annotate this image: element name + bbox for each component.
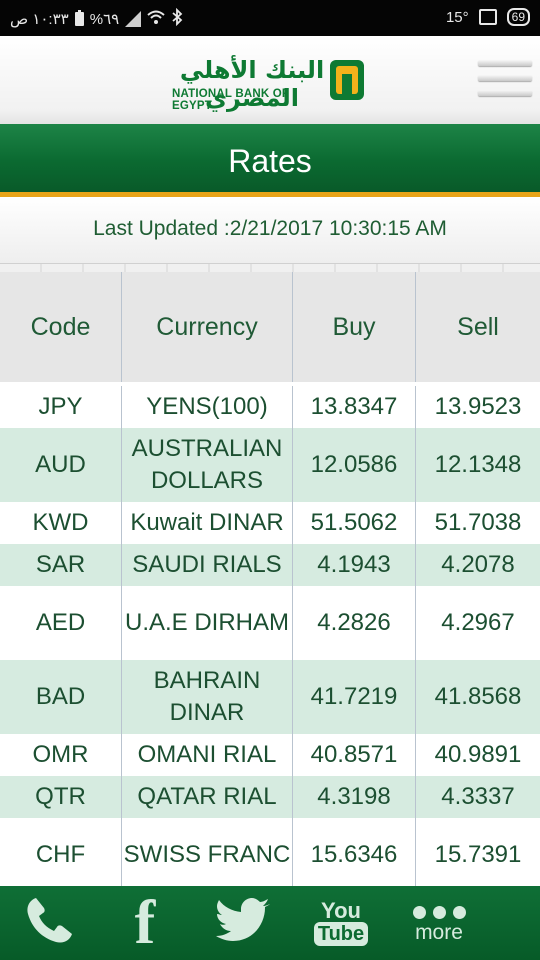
youtube-button[interactable]: You Tube xyxy=(306,886,376,960)
bank-logo[interactable]: البنك الأهلي المصري NATIONAL BANK OF EGY… xyxy=(172,54,372,112)
column-header-buy: Buy xyxy=(293,272,416,382)
table-row: BAD BAHRAIN DINAR 41.7219 41.8568 xyxy=(0,660,540,734)
sell-cell: 40.9891 xyxy=(434,741,522,768)
column-header-sell: Sell xyxy=(457,313,499,341)
code-cell: AUD xyxy=(0,428,122,502)
youtube-icon: You Tube xyxy=(313,898,369,946)
code-cell: BAD xyxy=(0,660,122,734)
code-cell: JPY xyxy=(0,386,122,428)
sell-cell: 12.1348 xyxy=(434,451,522,478)
menu-bar xyxy=(478,90,532,96)
buy-cell: 15.6346 xyxy=(293,818,416,892)
column-header-currency: Currency xyxy=(122,272,293,382)
more-label: more xyxy=(415,920,463,944)
table-row: SAR SAUDI RIALS 4.1943 4.2078 xyxy=(0,544,540,586)
youtube-tube-text: Tube xyxy=(313,922,369,946)
buy-cell: 4.2826 xyxy=(293,586,416,660)
bottom-nav: f You Tube more xyxy=(0,886,540,960)
logo-mark-icon xyxy=(330,60,364,100)
currency-cell: U.A.E DIRHAM xyxy=(122,586,293,660)
currency-cell: QATAR RIAL xyxy=(122,776,293,818)
sell-cell: 4.2967 xyxy=(441,609,515,636)
currency-cell: SWISS FRANC xyxy=(122,818,293,892)
code-cell: QTR xyxy=(0,776,122,818)
buy-cell: 40.8571 xyxy=(293,734,416,776)
currency-cell: SAUDI RIALS xyxy=(122,544,293,586)
battery-percent: %٦٩ xyxy=(89,11,120,28)
last-updated: Last Updated :2/21/2017 10:30:15 AM xyxy=(0,197,540,264)
facebook-button[interactable]: f xyxy=(120,886,170,960)
code-cell: AED xyxy=(0,586,122,660)
twitter-bird-icon xyxy=(216,897,272,949)
table-row: AUD AUSTRALIAN DOLLARS 12.0586 12.1348 xyxy=(0,428,540,502)
status-left: ١٠:٣٣ ص %٦٩ xyxy=(10,7,183,30)
sell-cell: 15.7391 xyxy=(434,841,522,868)
battery-icon xyxy=(74,10,84,26)
table-row: KWD Kuwait DINAR 51.5062 51.7038 xyxy=(0,502,540,544)
buy-cell: 51.5062 xyxy=(293,502,416,544)
currency-cell: BAHRAIN DINAR xyxy=(122,660,293,734)
table-row: AED U.A.E DIRHAM 4.2826 4.2967 xyxy=(0,586,540,660)
logo-english-text: NATIONAL BANK OF EGYPT xyxy=(172,88,290,112)
phone-icon xyxy=(22,894,76,953)
more-button[interactable]: more xyxy=(402,886,476,960)
page-title: Rates xyxy=(0,124,540,197)
twitter-button[interactable] xyxy=(214,886,274,960)
sell-cell: 4.2078 xyxy=(441,551,515,578)
buy-cell: 13.8347 xyxy=(293,386,416,428)
sell-cell: 41.8568 xyxy=(434,683,522,710)
buy-cell: 4.3198 xyxy=(293,776,416,818)
gallery-icon xyxy=(478,9,497,25)
status-bar: ١٠:٣٣ ص %٦٩ 15° 69 xyxy=(0,0,540,36)
currency-cell: Kuwait DINAR xyxy=(122,502,293,544)
sell-cell: 4.3337 xyxy=(441,783,515,810)
table-row: OMR OMANI RIAL 40.8571 40.9891 xyxy=(0,734,540,776)
table-row: JPY YENS(100) 13.8347 13.9523 xyxy=(0,386,540,428)
menu-bar xyxy=(478,60,532,66)
status-right: 15° 69 xyxy=(446,8,530,26)
code-cell: SAR xyxy=(0,544,122,586)
column-header-code: Code xyxy=(0,272,122,382)
more-dots-icon xyxy=(412,905,466,919)
code-cell: OMR xyxy=(0,734,122,776)
wifi-icon xyxy=(147,9,165,29)
temperature: 15° xyxy=(445,8,469,26)
menu-bar xyxy=(478,75,532,81)
currency-cell: AUSTRALIAN DOLLARS xyxy=(122,428,293,502)
buy-cell: 41.7219 xyxy=(293,660,416,734)
buy-cell: 4.1943 xyxy=(293,544,416,586)
facebook-icon: f xyxy=(134,889,156,957)
code-cell: CHF xyxy=(0,818,122,892)
notification-badge: 69 xyxy=(506,8,530,26)
bluetooth-icon xyxy=(171,7,183,30)
menu-button[interactable] xyxy=(478,60,532,102)
buy-cell: 12.0586 xyxy=(293,428,416,502)
app-header: البنك الأهلي المصري NATIONAL BANK OF EGY… xyxy=(0,36,540,124)
call-button[interactable] xyxy=(18,886,80,960)
code-cell: KWD xyxy=(0,502,122,544)
divider xyxy=(0,264,540,272)
table-row: CHF SWISS FRANC 15.6346 15.7391 xyxy=(0,818,540,892)
currency-cell: YENS(100) xyxy=(122,386,293,428)
signal-icon xyxy=(125,11,142,27)
sell-cell: 51.7038 xyxy=(434,509,522,536)
youtube-you-text: You xyxy=(321,898,361,923)
rates-table: Code Currency Buy Sell JPY YENS(100) 13.… xyxy=(0,272,540,892)
table-header: Code Currency Buy Sell xyxy=(0,272,540,382)
sell-cell: 13.9523 xyxy=(434,393,522,420)
currency-cell: OMANI RIAL xyxy=(122,734,293,776)
clock: ١٠:٣٣ ص xyxy=(10,11,69,28)
table-row: QTR QATAR RIAL 4.3198 4.3337 xyxy=(0,776,540,818)
